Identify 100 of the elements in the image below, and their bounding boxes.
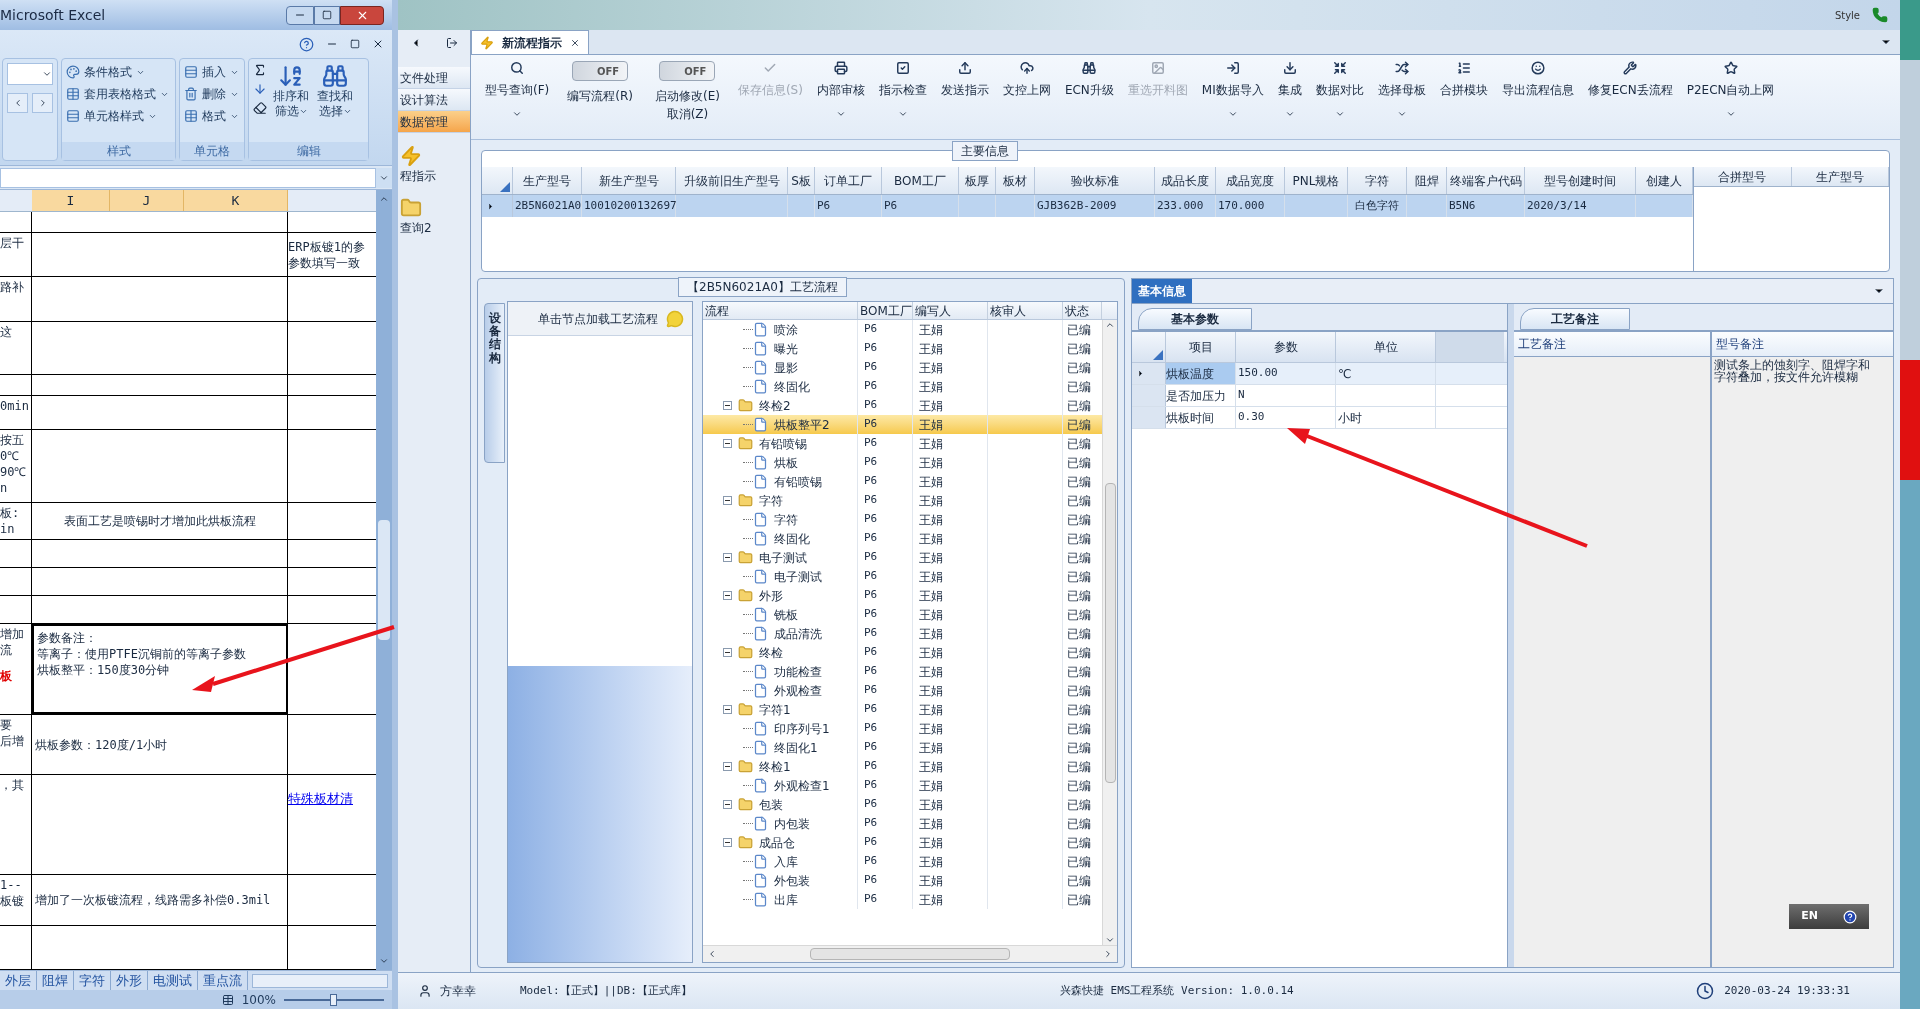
tree-row[interactable]: 外形 P6 王娟 已编 xyxy=(703,586,1102,605)
scrollbar-thumb[interactable] xyxy=(810,948,1010,960)
scrollbar-thumb[interactable] xyxy=(1104,482,1116,783)
toolbar-button[interactable]: 导出流程信息 xyxy=(1497,61,1578,99)
star-icon xyxy=(1723,61,1738,75)
collapse-icon[interactable] xyxy=(723,439,732,448)
tree-row[interactable]: 终固化 P6 王娟 已编 xyxy=(703,529,1102,548)
tree-row[interactable]: 字符 P6 王娟 已编 xyxy=(703,510,1102,529)
scrollbar[interactable] xyxy=(376,190,392,970)
ribbon-button[interactable]: 删除 xyxy=(184,85,240,103)
ribbon-button[interactable]: 查找和 选择 xyxy=(315,63,355,119)
restore-icon[interactable] xyxy=(350,39,360,49)
toolbar-button[interactable]: 发送指示 xyxy=(936,61,993,99)
close-icon[interactable] xyxy=(372,38,384,50)
tree-row[interactable]: 内包装 P6 王娟 已编 xyxy=(703,814,1102,833)
scrollbar[interactable] xyxy=(1102,320,1117,945)
tree-row[interactable]: 烘板整平2 P6 王娟 已编 xyxy=(703,415,1102,434)
ribbon-button[interactable]: 格式 xyxy=(184,107,240,125)
horizontal-scrollbar[interactable] xyxy=(252,973,388,988)
zoom-slider[interactable] xyxy=(284,993,384,1006)
collapse-icon[interactable] xyxy=(723,705,732,714)
sidebar-item[interactable]: 设计算法 xyxy=(398,89,470,111)
tree-row[interactable]: 终检1 P6 王娟 已编 xyxy=(703,757,1102,776)
tree-row[interactable]: 有铅喷锡 P6 王娟 已编 xyxy=(703,434,1102,453)
tree-row[interactable]: 出库 P6 王娟 已编 xyxy=(703,890,1102,909)
toggle-switch[interactable]: OFF xyxy=(659,61,716,81)
toolbar-button[interactable]: MI数据导入 xyxy=(1197,61,1268,119)
collapse-icon[interactable] xyxy=(723,553,732,562)
toggle-switch[interactable]: OFF xyxy=(572,61,629,81)
help-icon[interactable] xyxy=(299,36,314,52)
toolbar-button[interactable]: 合拼模块 xyxy=(1435,61,1492,99)
toolbar-button[interactable]: 指示检查 xyxy=(874,61,931,119)
ribbon-button[interactable]: 插入 xyxy=(184,63,240,81)
table-row[interactable]: 烘板时间 0.30 小时 xyxy=(1132,407,1507,429)
collapse-icon[interactable] xyxy=(723,762,732,771)
maximize-button[interactable] xyxy=(314,5,340,25)
close-button[interactable] xyxy=(340,5,384,25)
tree-row[interactable]: 有铅喷锡 P6 王娟 已编 xyxy=(703,472,1102,491)
tree-row[interactable]: 成品清洗 P6 王娟 已编 xyxy=(703,624,1102,643)
tab[interactable]: 基本参数 xyxy=(1138,308,1252,330)
normal-view-icon[interactable] xyxy=(221,993,234,1006)
collapse-icon[interactable] xyxy=(723,591,732,600)
tree-row[interactable]: 字符1 P6 王娟 已编 xyxy=(703,700,1102,719)
ribbon-button[interactable]: 排序和 筛选 xyxy=(271,63,311,119)
tree-row[interactable]: 喷涂 P6 王娟 已编 xyxy=(703,320,1102,339)
tree-row[interactable]: 电子测试 P6 王娟 已编 xyxy=(703,567,1102,586)
tree-row[interactable]: 功能检查 P6 王娟 已编 xyxy=(703,662,1102,681)
table-row[interactable]: 是否加压力 N xyxy=(1132,385,1507,407)
toolbar-button[interactable]: ECN升级 xyxy=(1060,61,1118,99)
sidebar-shortcut[interactable]: 查询2 xyxy=(398,197,470,237)
tree-row[interactable]: 终固化 P6 王娟 已编 xyxy=(703,377,1102,396)
toolbar-button[interactable]: P2ECN自动上网 xyxy=(1682,61,1779,119)
toolbar-button[interactable]: 修复ECN丢流程 xyxy=(1583,61,1677,99)
tree-row[interactable]: 烘板 P6 王娟 已编 xyxy=(703,453,1102,472)
sidebar-item[interactable]: 文件处理 xyxy=(398,67,470,89)
scrollbar[interactable] xyxy=(703,945,1117,962)
scrollbar-thumb[interactable] xyxy=(378,520,390,640)
clear-icon[interactable] xyxy=(253,101,267,115)
ribbon-button[interactable]: 单元格样式 xyxy=(66,107,171,125)
tree-row[interactable]: 铣板 P6 王娟 已编 xyxy=(703,605,1102,624)
close-icon[interactable] xyxy=(570,37,580,48)
tree-row[interactable]: 成品仓 P6 王娟 已编 xyxy=(703,833,1102,852)
tab[interactable]: 基本信息 xyxy=(1132,279,1192,303)
exit-icon[interactable] xyxy=(446,36,458,49)
tree-row[interactable]: 入库 P6 王娟 已编 xyxy=(703,852,1102,871)
toolbar-button[interactable]: 文控上网 xyxy=(998,61,1055,99)
tree-row[interactable]: 电子测试 P6 王娟 已编 xyxy=(703,548,1102,567)
tree-row[interactable]: 印序列号1 P6 王娟 已编 xyxy=(703,719,1102,738)
collapse-icon[interactable] xyxy=(723,838,732,847)
toolbar-button[interactable]: 选择母板 xyxy=(1373,61,1430,119)
tree-row[interactable]: 外包装 P6 王娟 已编 xyxy=(703,871,1102,890)
collapse-icon[interactable] xyxy=(723,401,732,410)
tab[interactable]: 新流程指示 xyxy=(471,30,589,54)
table-row[interactable]: 2B5N6021A0 10010200132697 P6 P6 GJB362B-2009 233.000 170.000 白色字符 B5N6 2020/3/14 xyxy=(482,195,1693,217)
tree-row[interactable]: 显影 P6 王娟 已编 xyxy=(703,358,1102,377)
tree-row[interactable]: 终固化1 P6 王娟 已编 xyxy=(703,738,1102,757)
sidebar-item[interactable]: 数据管理 xyxy=(398,111,470,133)
toolbar-button[interactable]: 集成 xyxy=(1273,61,1306,119)
minimize-button[interactable] xyxy=(286,5,314,25)
tree-row[interactable]: 字符 P6 王娟 已编 xyxy=(703,491,1102,510)
collapse-icon[interactable] xyxy=(723,648,732,657)
ribbon-button[interactable]: 条件格式 xyxy=(66,63,171,81)
toolbar-button[interactable]: 数据对比 xyxy=(1311,61,1368,119)
tree-row[interactable]: 曝光 P6 王娟 已编 xyxy=(703,339,1102,358)
tree-row[interactable]: 包装 P6 王娟 已编 xyxy=(703,795,1102,814)
link[interactable]: 特殊板材清 xyxy=(288,791,376,807)
toolbar-button[interactable]: 内部审核 xyxy=(812,61,869,119)
collapse-icon[interactable] xyxy=(723,800,732,809)
toolbar-button[interactable]: 型号查询(F) xyxy=(481,61,554,119)
sidebar-shortcut[interactable]: 程指示 xyxy=(398,145,470,185)
table-row[interactable]: 烘板温度 150.00 ℃ xyxy=(1132,363,1507,385)
tree-row[interactable]: 外观检查 P6 王娟 已编 xyxy=(703,681,1102,700)
collapse-icon[interactable] xyxy=(723,496,732,505)
tab[interactable]: 工艺备注 xyxy=(1520,308,1630,330)
autosum-icon[interactable] xyxy=(253,63,267,77)
side-tab[interactable]: 设备结构 xyxy=(484,303,506,463)
fill-icon[interactable] xyxy=(253,82,267,96)
tree-row[interactable]: 外观检查1 P6 王娟 已编 xyxy=(703,776,1102,795)
tree-row[interactable]: 终检 P6 王娟 已编 xyxy=(703,643,1102,662)
ribbon-button[interactable]: 套用表格格式 xyxy=(66,85,171,103)
